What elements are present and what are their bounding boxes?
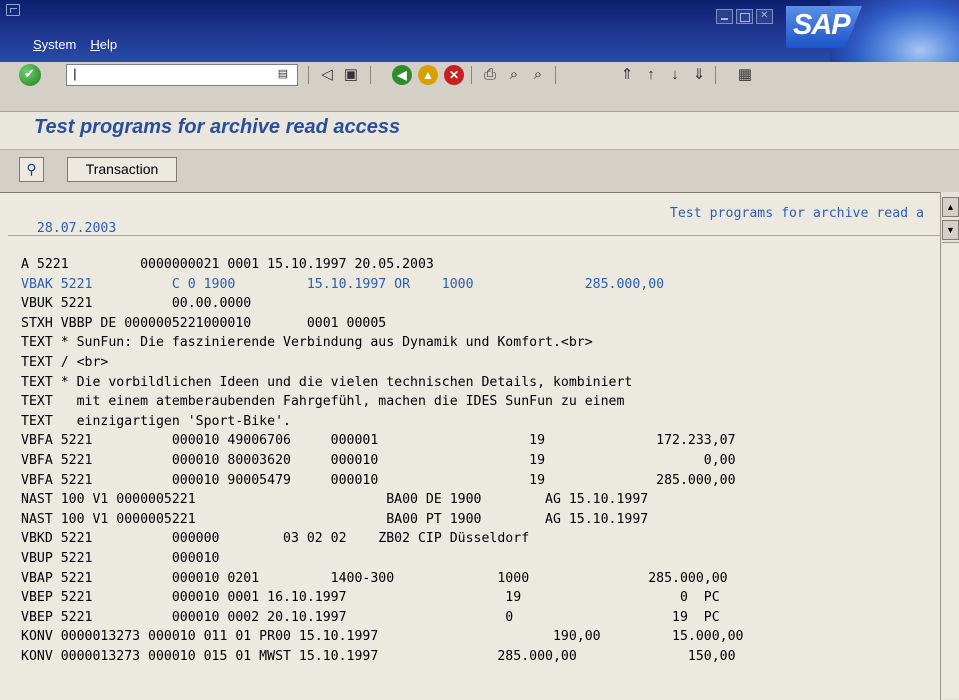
scrollbar-track[interactable] [942, 242, 959, 698]
list-row[interactable]: VBUK 5221 00.00.0000 [21, 294, 941, 314]
window-controls [716, 9, 773, 24]
list-row[interactable]: NAST 100 V1 0000005221 BA00 DE 1900 AG 1… [21, 490, 941, 510]
find-next-icon[interactable]: ⌕ [528, 64, 548, 86]
list-date: 28.07.2003 [36, 221, 117, 236]
green-back-icon[interactable]: ◀ [392, 65, 412, 85]
list-row[interactable]: VBKD 5221 000000 03 02 02 ZB02 CIP Düsse… [21, 529, 941, 549]
command-field[interactable]: | [66, 64, 298, 86]
list-row[interactable]: VBFA 5221 000010 90005479 000010 19 285.… [21, 471, 941, 491]
list-header: 28.07.2003 Test programs for archive rea… [21, 206, 924, 251]
toolbar-separator [370, 66, 371, 84]
toolbar-separator [471, 66, 472, 84]
header-divider [8, 235, 940, 236]
list-row[interactable]: TEXT * Die vorbildlichen Ideen und die v… [21, 373, 941, 393]
toolbar-separator [308, 66, 309, 84]
toolbar-separator [715, 66, 716, 84]
list-row[interactable]: VBEP 5221 000010 0002 20.10.1997 0 19 PC [21, 608, 941, 628]
list-header-title: Test programs for archive read a [669, 206, 924, 221]
print-icon[interactable]: ⎙ [480, 64, 500, 86]
find-binoculars-icon[interactable]: ⌕ [504, 64, 524, 86]
list-row[interactable]: VBAK 5221 C 0 1900 15.10.1997 OR 1000 28… [21, 275, 941, 295]
previous-page-icon[interactable]: ↑ [641, 64, 661, 86]
layout-icon[interactable]: ▦ [735, 64, 755, 86]
menu-system[interactable]: System [33, 37, 76, 55]
history-dropdown-icon[interactable]: ▤ [275, 66, 291, 82]
list-row[interactable]: NAST 100 V1 0000005221 BA00 PT 1900 AG 1… [21, 510, 941, 530]
ok-check-icon[interactable] [19, 64, 41, 86]
list-row[interactable]: A 5221 0000000021 0001 15.10.1997 20.05.… [21, 255, 941, 275]
page-title: Test programs for archive read access [34, 116, 401, 138]
yellow-exit-icon[interactable]: ▲ [418, 65, 438, 85]
list-row[interactable]: TEXT einzigartigen 'Sport-Bike'. [21, 412, 941, 432]
list-row[interactable]: VBUP 5221 000010 [21, 549, 941, 569]
scroll-down-icon[interactable]: ▼ [942, 220, 959, 240]
list-row[interactable]: VBAP 5221 000010 0201 1400-300 1000 285.… [21, 569, 941, 589]
back-arrow-icon[interactable]: ◁ [317, 64, 337, 86]
red-cancel-icon[interactable]: ✕ [444, 65, 464, 85]
next-page-icon[interactable]: ↓ [665, 64, 685, 86]
maximize-icon[interactable] [736, 9, 753, 24]
list-row[interactable]: VBFA 5221 000010 49006706 000001 19 172.… [21, 431, 941, 451]
list-row[interactable]: KONV 0000013273 000010 015 01 MWST 15.10… [21, 647, 941, 667]
toolbar-separator [555, 66, 556, 84]
first-page-icon[interactable]: ⇑ [617, 64, 637, 86]
list-row[interactable]: TEXT * SunFun: Die faszinierende Verbind… [21, 333, 941, 353]
list-row[interactable]: KONV 0000013273 000010 011 01 PR00 15.10… [21, 627, 941, 647]
vertical-scrollbar[interactable]: ▲ ▼ [940, 192, 959, 700]
save-disk-icon[interactable]: ▣ [341, 64, 361, 86]
last-page-icon[interactable]: ⇓ [689, 64, 709, 86]
menu-help[interactable]: Help [90, 37, 117, 55]
list-row[interactable]: TEXT / <br> [21, 353, 941, 373]
close-icon[interactable] [756, 9, 773, 24]
list-row[interactable]: VBEP 5221 000010 0001 16.10.1997 19 0 PC [21, 588, 941, 608]
list-row[interactable]: TEXT mit einem atemberaubenden Fahrgefüh… [21, 392, 941, 412]
system-menu-icon[interactable] [6, 4, 20, 16]
transaction-button[interactable]: Transaction [67, 157, 177, 182]
list-row[interactable]: VBFA 5221 000010 80003620 000010 19 0,00 [21, 451, 941, 471]
menu-bar: System Help [33, 37, 117, 55]
search-icon[interactable]: ⚲ [19, 157, 44, 182]
scroll-up-icon[interactable]: ▲ [942, 197, 959, 217]
list-body[interactable]: A 5221 0000000021 0001 15.10.1997 20.05.… [21, 255, 941, 700]
minimize-icon[interactable] [716, 9, 733, 24]
list-row[interactable]: STXH VBBP DE 0000005221000010 0001 00005 [21, 314, 941, 334]
